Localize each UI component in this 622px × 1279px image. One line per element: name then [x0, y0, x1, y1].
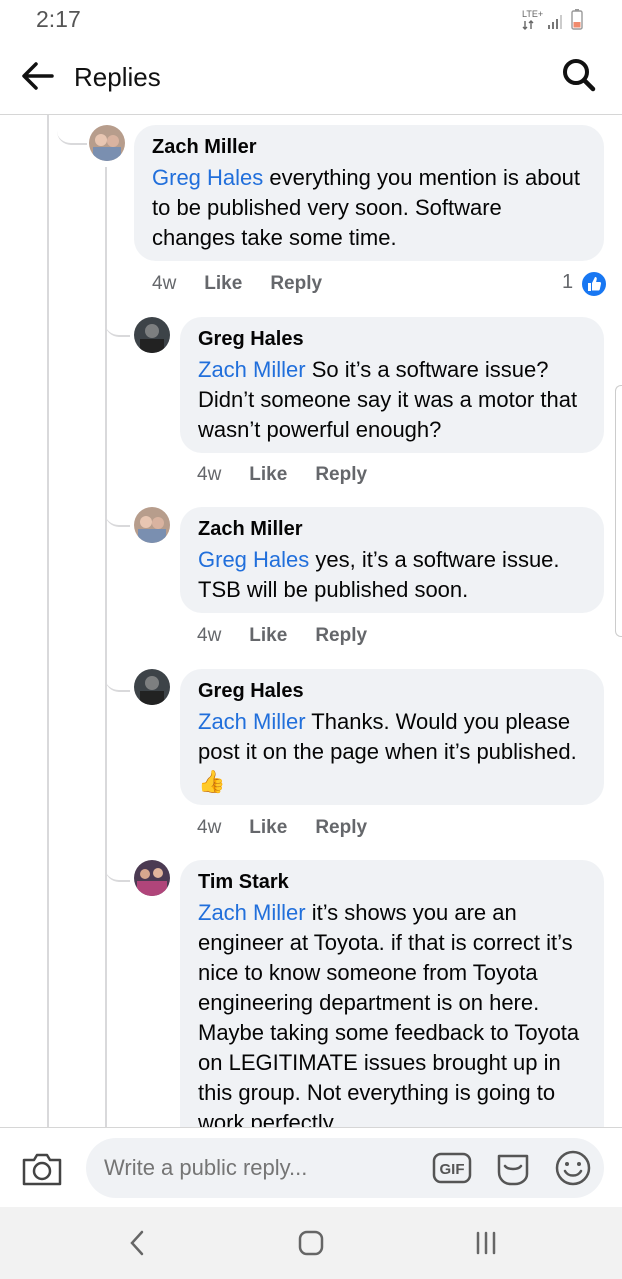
network-label: LTE+: [522, 9, 543, 19]
like-icon: [580, 270, 608, 298]
nav-recent-icon[interactable]: [472, 1229, 500, 1257]
thread-connector: [105, 495, 130, 527]
comment-bubble[interactable]: Zach Miller Greg Hales yes, it’s a softw…: [180, 507, 604, 613]
mention-link[interactable]: Zach Miller: [198, 357, 306, 382]
comment-actions: 4w Like Reply: [152, 273, 350, 295]
comment-author[interactable]: Greg Hales: [198, 327, 586, 351]
status-bar: 2:17 LTE+: [0, 0, 622, 40]
comment-bubble[interactable]: Zach Miller Greg Hales everything you me…: [134, 125, 604, 261]
avatar[interactable]: [134, 860, 170, 896]
comment-author[interactable]: Tim Stark: [198, 870, 586, 894]
avatar[interactable]: [134, 669, 170, 705]
gif-icon[interactable]: GIF: [432, 1152, 472, 1184]
nav-home-icon[interactable]: [297, 1229, 325, 1257]
mention-link[interactable]: Zach Miller: [198, 709, 306, 734]
comment-actions: 4w Like Reply: [197, 625, 395, 647]
mention-link[interactable]: Zach Miller: [198, 900, 306, 925]
comment-time: 4w: [197, 464, 222, 485]
thread-connector: [105, 850, 130, 882]
comment-actions: 4w Like Reply: [197, 817, 395, 839]
status-icons: LTE+: [522, 9, 583, 30]
comment-text: Greg Hales everything you mention is abo…: [152, 163, 586, 253]
sticker-icon[interactable]: [493, 1148, 533, 1188]
reaction-count[interactable]: 1: [562, 271, 573, 294]
app-bar: Replies: [0, 40, 622, 115]
comment-time: 4w: [152, 273, 177, 294]
comment-actions: 4w Like Reply: [197, 464, 395, 486]
reply-composer: GIF: [0, 1127, 622, 1208]
scrollbar[interactable]: [615, 385, 622, 637]
search-icon[interactable]: [560, 56, 598, 94]
mention-link[interactable]: Greg Hales: [198, 547, 309, 572]
comment-bubble[interactable]: Tim Stark Zach Miller it’s shows you are…: [180, 860, 604, 1127]
status-time: 2:17: [36, 6, 81, 32]
svg-text:GIF: GIF: [440, 1161, 465, 1178]
thread-line: [47, 115, 49, 1127]
like-button[interactable]: Like: [249, 817, 287, 838]
comment-bubble[interactable]: Greg Hales Zach Miller Thanks. Would you…: [180, 669, 604, 805]
comment-time: 4w: [197, 625, 222, 646]
comment-thread[interactable]: Zach Miller Greg Hales everything you me…: [0, 115, 622, 1127]
mention-link[interactable]: Greg Hales: [152, 165, 263, 190]
reply-button[interactable]: Reply: [270, 273, 322, 294]
camera-icon[interactable]: [20, 1148, 64, 1188]
like-button[interactable]: Like: [204, 273, 242, 294]
nav-back-icon[interactable]: [125, 1229, 149, 1257]
comment-text: Zach Miller it’s shows you are an engine…: [198, 898, 586, 1127]
reply-button[interactable]: Reply: [315, 464, 367, 485]
comment-author[interactable]: Zach Miller: [152, 135, 586, 159]
avatar[interactable]: [134, 317, 170, 353]
comment-time: 4w: [197, 817, 222, 838]
comment-text: Zach Miller So it’s a software issue? Di…: [198, 355, 586, 445]
reply-button[interactable]: Reply: [315, 625, 367, 646]
comment-author[interactable]: Greg Hales: [198, 679, 586, 703]
thread-connector: [105, 275, 130, 337]
comment-text: Zach Miller Thanks. Would you please pos…: [198, 707, 586, 797]
avatar[interactable]: [89, 125, 125, 161]
comment-text: Greg Hales yes, it’s a software issue. T…: [198, 545, 586, 605]
thread-connector: [105, 660, 130, 692]
avatar[interactable]: [134, 507, 170, 543]
comment-bubble[interactable]: Greg Hales Zach Miller So it’s a softwar…: [180, 317, 604, 453]
comment-body: it’s shows you are an engineer at Toyota…: [198, 900, 580, 1127]
thread-connector: [57, 115, 87, 145]
emoji-icon[interactable]: [555, 1150, 591, 1186]
back-arrow-icon[interactable]: [18, 56, 58, 96]
page-title: Replies: [74, 62, 161, 92]
comment-author[interactable]: Zach Miller: [198, 517, 586, 541]
like-button[interactable]: Like: [249, 625, 287, 646]
system-nav-bar: [0, 1207, 622, 1279]
reply-button[interactable]: Reply: [315, 817, 367, 838]
like-button[interactable]: Like: [249, 464, 287, 485]
